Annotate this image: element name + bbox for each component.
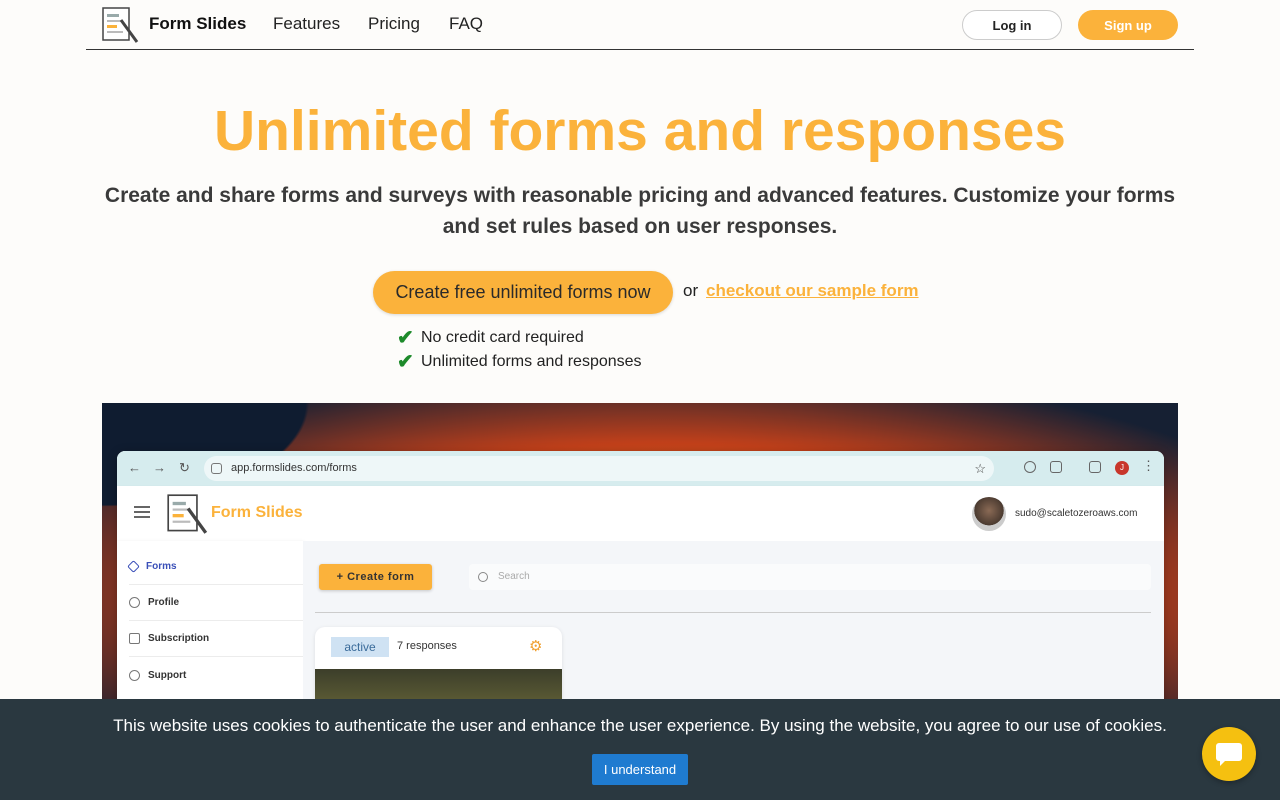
app-brand: Form Slides (211, 504, 303, 521)
site-info-icon (211, 463, 222, 474)
nav-link-features[interactable]: Features (273, 14, 340, 34)
or-text: or (683, 281, 699, 300)
hero-subtitle: Create and share forms and surveys with … (104, 184, 1176, 238)
browser-window: ← → ↻ app.formslides.com/forms ☆ J ⋮ For… (117, 451, 1164, 700)
address-url: app.formslides.com/forms (231, 462, 357, 474)
create-forms-cta-button[interactable]: Create free unlimited forms now (373, 271, 673, 314)
user-avatar (972, 497, 1006, 531)
cookie-text: This website uses cookies to authenticat… (113, 716, 1167, 735)
form-card: active 7 responses ⚙ (315, 627, 562, 700)
app-sidebar: Forms Profile Subscription Support (117, 541, 303, 700)
check-icon: ✔ (397, 351, 414, 373)
search-icon (478, 572, 488, 582)
check-item: ✔ No credit card required (397, 325, 584, 350)
sidebar-label: Forms (146, 561, 177, 572)
sidebar-item-profile: Profile (129, 585, 303, 621)
signup-button[interactable]: Sign up (1078, 10, 1178, 40)
back-icon: ← (128, 460, 141, 475)
help-icon (129, 669, 140, 681)
reload-icon: ↻ (179, 460, 190, 475)
logo-icon[interactable] (101, 6, 139, 44)
check-item: ✔ Unlimited forms and responses (397, 349, 642, 374)
gear-icon: ⚙ (529, 638, 543, 655)
chat-icon (1216, 743, 1242, 761)
sidebar-label: Subscription (148, 633, 210, 644)
card-icon (129, 633, 140, 644)
hero-title: Unlimited forms and responses (213, 99, 1067, 163)
sidebar-item-subscription: Subscription (129, 621, 303, 657)
hamburger-icon (134, 506, 150, 518)
star-icon: ☆ (974, 461, 986, 476)
check-label: Unlimited forms and responses (421, 352, 642, 370)
sidepanel-icon (1089, 461, 1101, 473)
search-input: Search (469, 564, 1151, 590)
browser-toolbar: ← → ↻ app.formslides.com/forms ☆ J ⋮ (117, 451, 1164, 486)
sidebar-label: Support (148, 669, 187, 681)
extension-icon (1024, 461, 1036, 473)
user-email: sudo@scaletozeroaws.com (1015, 508, 1138, 519)
response-count: 7 responses (397, 640, 457, 652)
more-icon: ⋮ (1142, 458, 1155, 473)
nav-link-pricing[interactable]: Pricing (368, 14, 420, 34)
puzzle-icon (1050, 461, 1062, 473)
sample-form-link[interactable]: checkout our sample form (706, 281, 919, 301)
gear-icon (129, 597, 140, 608)
form-cover-image (315, 669, 562, 700)
top-nav: Form Slides Features Pricing FAQ Log in … (86, 0, 1194, 50)
cookie-banner: This website uses cookies to authenticat… (0, 699, 1280, 800)
sidebar-label: Profile (148, 597, 180, 608)
sidebar-item-forms: Forms (127, 549, 303, 585)
edit-icon (127, 560, 140, 573)
product-screenshot: ← → ↻ app.formslides.com/forms ☆ J ⋮ For… (102, 403, 1178, 700)
brand-name[interactable]: Form Slides (149, 14, 246, 34)
profile-avatar: J (1115, 461, 1129, 475)
create-form-button: + Create form (319, 564, 432, 590)
cookie-accept-button[interactable]: I understand (592, 754, 688, 785)
forward-icon: → (153, 460, 166, 475)
check-label: No credit card required (421, 328, 584, 346)
search-placeholder: Search (498, 571, 530, 582)
app-logo-icon (167, 494, 208, 534)
app-header: Form Slides sudo@scaletozeroaws.com (117, 486, 1164, 541)
chat-widget-button[interactable] (1202, 727, 1256, 781)
status-badge: active (331, 637, 389, 657)
login-button[interactable]: Log in (962, 10, 1062, 40)
sidebar-item-support: Support (129, 657, 303, 693)
nav-link-faq[interactable]: FAQ (449, 14, 483, 34)
check-icon: ✔ (397, 327, 414, 349)
address-bar: app.formslides.com/forms ☆ (204, 456, 994, 481)
divider (315, 612, 1151, 613)
app-content: + Create form Search active 7 responses … (303, 541, 1164, 700)
